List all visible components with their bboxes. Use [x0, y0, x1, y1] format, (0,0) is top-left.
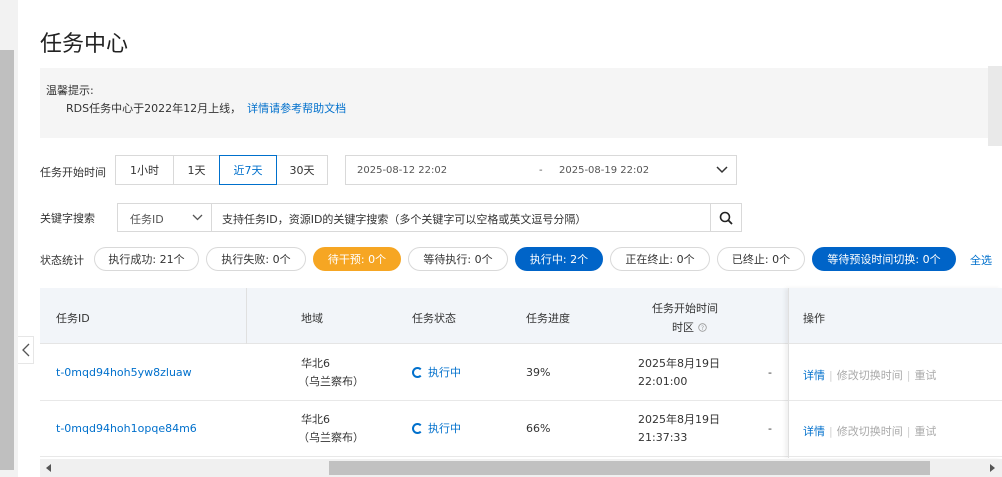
- start-time: 21:37:33: [638, 431, 688, 444]
- search-icon: [719, 211, 733, 225]
- retry-link[interactable]: 重试: [914, 425, 936, 438]
- help-doc-link[interactable]: 详情请参考帮助文档: [247, 102, 346, 115]
- task-status: 执行中: [412, 420, 461, 438]
- time-option-7d[interactable]: 近7天: [219, 155, 277, 185]
- date-start: 2025-08-12 22:02: [357, 165, 448, 176]
- task-status-text: 执行中: [428, 422, 461, 435]
- status-stats-label: 状态统计: [40, 254, 84, 267]
- left-scrollbar[interactable]: [0, 0, 18, 477]
- time-range-segment: 1小时 1天 近7天 30天: [115, 155, 328, 185]
- date-end: 2025-08-19 22:02: [559, 165, 650, 176]
- action-divider: |: [829, 369, 833, 382]
- header-region: 地域: [301, 312, 323, 325]
- help-icon[interactable]: ?: [697, 323, 707, 332]
- page-title: 任务中心: [40, 32, 129, 57]
- keyword-type-value: 任务ID: [130, 213, 164, 226]
- status-pill-waiting[interactable]: 等待执行: 0个: [408, 247, 508, 271]
- row-actions: 详情 | 修改切换时间 | 重试: [803, 423, 936, 439]
- status-pill-scheduled-switch[interactable]: 等待预设时间切换: 0个: [812, 247, 956, 271]
- chevron-left-icon: [21, 343, 29, 357]
- action-divider: |: [906, 369, 911, 382]
- detail-link[interactable]: 详情: [803, 369, 825, 382]
- actions-row: 详情 | 修改切换时间 | 重试: [789, 401, 1002, 457]
- action-divider: |: [829, 425, 833, 438]
- header-task-id: 任务ID: [56, 312, 90, 325]
- modify-switch-time-link[interactable]: 修改切换时间: [837, 425, 903, 438]
- start-date: 2025年8月19日: [638, 357, 720, 370]
- tips-text: RDS任务中心于2022年12月上线，: [66, 102, 242, 115]
- horizontal-scrollbar[interactable]: [40, 459, 1002, 477]
- tips-text-line: RDS任务中心于2022年12月上线， 详情请参考帮助文档: [66, 100, 346, 116]
- region-detail: （乌兰察布）: [298, 431, 364, 444]
- keyword-search-label: 关键字搜索: [40, 212, 95, 225]
- task-table: 任务ID 地域 任务状态 任务进度 任务开始时间 时区 ? t-0mqd94ho…: [40, 288, 1002, 458]
- horizontal-scrollbar-thumb[interactable]: [329, 461, 930, 475]
- time-option-30d[interactable]: 30天: [276, 155, 328, 185]
- search-button[interactable]: [710, 203, 742, 232]
- region-name: 华北6: [301, 357, 330, 370]
- time-filter-label: 任务开始时间: [40, 166, 106, 179]
- task-status-text: 执行中: [428, 366, 461, 379]
- region-name: 华北6: [301, 413, 330, 426]
- header-progress: 任务进度: [526, 312, 570, 325]
- svg-text:?: ?: [700, 325, 703, 332]
- scroll-left-arrow-icon[interactable]: [46, 464, 51, 472]
- task-progress: 66%: [526, 422, 551, 435]
- start-date: 2025年8月19日: [638, 413, 720, 426]
- row-actions: 详情 | 修改切换时间 | 重试: [803, 367, 936, 383]
- status-pill-terminated[interactable]: 已终止: 0个: [717, 247, 805, 271]
- status-pill-pending-intervention[interactable]: 待干预: 0个: [313, 247, 401, 271]
- keyword-search-input[interactable]: 支持任务ID，资源ID的关键字搜索（多个关键字可以空格或英文逗号分隔）: [211, 203, 711, 232]
- task-id-link[interactable]: t-0mqd94hoh1opqe84m6: [56, 420, 197, 438]
- extra-value: -: [768, 422, 772, 435]
- header-ops: 操作: [803, 312, 825, 325]
- time-option-1d[interactable]: 1天: [173, 155, 220, 185]
- header-status: 任务状态: [412, 312, 456, 325]
- right-scrollbar[interactable]: [988, 66, 1002, 146]
- collapse-sidebar-button[interactable]: [18, 336, 34, 364]
- extra-value: -: [768, 366, 772, 379]
- date-separator: -: [539, 165, 543, 176]
- tips-panel: 温馨提示: RDS任务中心于2022年12月上线， 详情请参考帮助文档: [40, 68, 1002, 138]
- status-pill-success[interactable]: 执行成功: 21个: [94, 247, 199, 271]
- header-timezone-group: 时区 ?: [672, 319, 707, 335]
- column-divider: [246, 288, 247, 344]
- chevron-down-icon: [716, 166, 728, 174]
- actions-header: 操作: [789, 288, 1002, 344]
- loading-spinner-icon: [412, 367, 423, 378]
- keyword-type-select[interactable]: 任务ID: [117, 203, 212, 232]
- region-detail: （乌兰察布）: [298, 375, 364, 388]
- chevron-down-icon: [192, 214, 203, 221]
- detail-link[interactable]: 详情: [803, 425, 825, 438]
- loading-spinner-icon: [412, 423, 423, 434]
- actions-column: 操作 详情 | 修改切换时间 | 重试 详情 | 修改切换时间 | 重试: [788, 288, 1002, 458]
- task-status: 执行中: [412, 364, 461, 382]
- date-range-picker[interactable]: 2025-08-12 22:02 - 2025-08-19 22:02: [345, 155, 737, 185]
- retry-link[interactable]: 重试: [914, 369, 936, 382]
- tips-heading: 温馨提示:: [46, 84, 94, 97]
- scroll-right-arrow-icon[interactable]: [990, 464, 995, 472]
- header-timezone: 时区: [672, 321, 694, 334]
- modify-switch-time-link[interactable]: 修改切换时间: [837, 369, 903, 382]
- task-id-link[interactable]: t-0mqd94hoh5yw8zluaw: [56, 364, 192, 382]
- task-progress: 39%: [526, 366, 551, 379]
- left-scrollbar-thumb[interactable]: [0, 50, 14, 470]
- actions-row: 详情 | 修改切换时间 | 重试: [789, 345, 1002, 401]
- start-time: 22:01:00: [638, 375, 688, 388]
- select-all-link[interactable]: 全选: [970, 252, 992, 268]
- action-divider: |: [906, 425, 911, 438]
- status-pill-terminating[interactable]: 正在终止: 0个: [610, 247, 710, 271]
- time-option-1h[interactable]: 1小时: [115, 155, 174, 185]
- header-start-time: 任务开始时间: [652, 302, 718, 315]
- status-pill-running[interactable]: 执行中: 2个: [515, 247, 603, 271]
- status-pill-failed[interactable]: 执行失败: 0个: [206, 247, 306, 271]
